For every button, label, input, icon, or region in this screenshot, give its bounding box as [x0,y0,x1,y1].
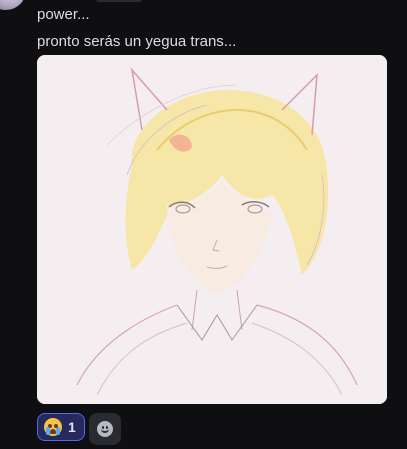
add-reaction-button[interactable] [88,413,121,445]
add-reaction-icon [96,421,113,437]
sob-emoji-icon [44,418,62,436]
reaction-count: 1 [68,419,76,435]
avatar[interactable] [0,0,26,10]
author-name-redacted [96,0,142,2]
drawing-illustration [37,55,387,404]
image-attachment[interactable] [37,55,387,404]
reaction-sob[interactable]: 1 [37,413,85,441]
reactions-bar: 1 [37,413,121,445]
message-text-line-2: pronto serás un yegua trans... [37,33,237,50]
message-text-line-1: power... [37,6,90,23]
chat-message-area: power... pronto serás un yegua trans... [0,0,407,449]
